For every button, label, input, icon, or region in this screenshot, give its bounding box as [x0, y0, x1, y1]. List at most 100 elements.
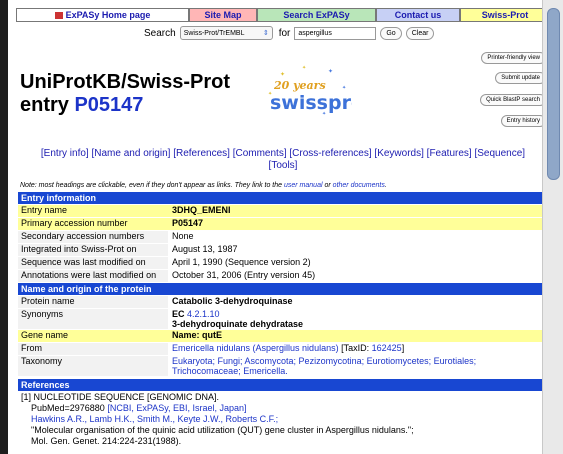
- user-manual-link[interactable]: user manual: [284, 182, 323, 189]
- table-row: Gene name Name: qutE: [18, 330, 550, 343]
- swissprot-20-years-logo: ✦ ✦ ✦ ✦ ✦ 20 years swissprot ✦: [268, 65, 352, 117]
- row-value: P05147: [168, 218, 550, 230]
- row-key: Entry name: [18, 205, 168, 217]
- row-key: Sequence was last modified on: [18, 257, 168, 269]
- link-tools[interactable]: [Tools]: [269, 160, 298, 171]
- row-key: Taxonomy: [18, 356, 168, 376]
- browser-window: ExPASy Home page Site Map Search ExPASy …: [0, 0, 563, 454]
- row-value: Emericella nidulans (Aspergillus nidulan…: [168, 343, 550, 355]
- table-row: Taxonomy Eukaryota; Fungi; Ascomycota; Pe…: [18, 356, 550, 377]
- taxonomy-line-2[interactable]: Trichocomaceae; Emericella.: [172, 366, 550, 376]
- row-value: Catabolic 3-dehydroquinase: [168, 296, 550, 308]
- vertical-scrollbar[interactable]: [542, 0, 563, 454]
- svg-text:swissprot: swissprot: [270, 92, 352, 114]
- table-row: Sequence was last modified on April 1, 19…: [18, 257, 550, 270]
- nav-home-link[interactable]: ExPASy Home page: [16, 8, 189, 22]
- row-key: Primary accession number: [18, 218, 168, 230]
- row-key: From: [18, 343, 168, 355]
- link-references[interactable]: [References]: [173, 148, 230, 159]
- table-row: From Emericella nidulans (Aspergillus nid…: [18, 343, 550, 356]
- table-row: Annotations were last modified on October…: [18, 270, 550, 283]
- pubmed-links[interactable]: [NCBI, ExPASy, EBI, Israel, Japan]: [107, 403, 246, 413]
- row-key: Integrated into Swiss-Prot on: [18, 244, 168, 256]
- search-bar: Search Swiss-Prot/TrEMBL ⇕ for aspergillu…: [16, 25, 550, 41]
- go-button[interactable]: Go: [380, 26, 402, 40]
- row-value: October 31, 2006 (Entry version 45): [168, 270, 550, 282]
- ec-number-link[interactable]: 4.2.1.10: [187, 309, 220, 319]
- svg-text:✦: ✦: [342, 85, 346, 91]
- row-value: April 1, 1990 (Sequence version 2): [168, 257, 550, 269]
- table-row: Synonyms EC 4.2.1.10 3-dehydroquinate dehy…: [18, 309, 550, 330]
- taxid-link[interactable]: 162425: [372, 343, 402, 353]
- headings-note: Note: most headings are clickable, even …: [20, 182, 387, 189]
- row-value: EC 4.2.1.10 3-dehydroquinate dehydratase: [168, 309, 550, 329]
- link-keywords[interactable]: [Keywords]: [374, 148, 423, 159]
- ec-label: EC: [172, 309, 185, 319]
- reference-paper-title: "Molecular organisation of the quinic ac…: [31, 425, 414, 435]
- link-sequence[interactable]: [Sequence]: [474, 148, 525, 159]
- database-select[interactable]: Swiss-Prot/TrEMBL ⇕: [179, 26, 273, 40]
- reference-1-title: [1] NUCLEOTIDE SEQUENCE [GENOMIC DNA].: [21, 392, 220, 402]
- page-content: ExPASy Home page Site Map Search ExPASy …: [16, 0, 550, 454]
- top-navigation: ExPASy Home page Site Map Search ExPASy …: [16, 8, 550, 22]
- table-row: Protein name Catabolic 3-dehydroquinase: [18, 296, 550, 309]
- clear-button[interactable]: Clear: [405, 26, 435, 40]
- row-key: Gene name: [18, 330, 168, 342]
- link-cross-references[interactable]: [Cross-references]: [289, 148, 371, 159]
- quick-blastp-button[interactable]: Quick BlastP search: [480, 94, 546, 106]
- nav-swissprot-link[interactable]: Swiss-Prot: [460, 8, 550, 22]
- nav-contact-link[interactable]: Contact us: [376, 8, 460, 22]
- database-select-value: Swiss-Prot/TrEMBL: [183, 29, 245, 37]
- table-row: Entry name 3DHQ_EMENI: [18, 205, 550, 218]
- scrollbar-thumb[interactable]: [547, 8, 560, 180]
- title-line1: UniProtKB/Swiss-Prot: [20, 71, 231, 93]
- link-features[interactable]: [Features]: [427, 148, 472, 159]
- row-value: Eukaryota; Fungi; Ascomycota; Pezizomyco…: [168, 356, 550, 376]
- search-label: Search: [144, 27, 176, 39]
- references-header[interactable]: References: [18, 379, 550, 392]
- taxid-close: ]: [401, 343, 405, 353]
- reference-1: [1] NUCLEOTIDE SEQUENCE [GENOMIC DNA]. P…: [18, 392, 550, 447]
- name-origin-header[interactable]: Name and origin of the protein: [18, 283, 550, 296]
- other-documents-link[interactable]: other documents: [333, 182, 385, 189]
- svg-text:✦: ✦: [328, 68, 333, 75]
- submit-update-button[interactable]: Submit update: [495, 72, 546, 84]
- entry-information-header[interactable]: Entry information: [18, 192, 550, 205]
- printer-friendly-button[interactable]: Printer-friendly view: [481, 52, 546, 64]
- pubmed-line: PubMed=2976880 [NCBI, ExPASy, EBI, Israe…: [21, 403, 550, 414]
- row-key: Protein name: [18, 296, 168, 308]
- row-value: August 13, 1987: [168, 244, 550, 256]
- row-key: Annotations were last modified on: [18, 270, 168, 282]
- note-or: or: [324, 182, 331, 189]
- table-row: Primary accession number P05147: [18, 218, 550, 231]
- link-entry-info[interactable]: [Entry info]: [41, 148, 89, 159]
- for-label: for: [278, 27, 291, 39]
- nav-search-link[interactable]: Search ExPASy: [257, 8, 376, 22]
- note-text: Note: most headings are clickable, even …: [20, 182, 283, 189]
- synonym-2: 3-dehydroquinate dehydratase: [172, 319, 304, 329]
- authors-link[interactable]: Hawkins A.R., Lamb H.K., Smith M., Keyte…: [21, 414, 550, 425]
- row-value: None: [168, 231, 550, 243]
- nav-home-label: ExPASy Home page: [65, 10, 151, 20]
- search-input[interactable]: aspergillus: [294, 26, 377, 40]
- nav-sitemap-link[interactable]: Site Map: [189, 8, 257, 22]
- organism-link[interactable]: Emericella nidulans (Aspergillus nidulan…: [172, 343, 339, 353]
- home-icon: [54, 11, 63, 19]
- svg-text:20 years: 20 years: [273, 79, 326, 92]
- title-accession: P05147: [74, 94, 144, 116]
- link-name-origin[interactable]: [Name and origin]: [92, 148, 171, 159]
- row-key: Synonyms: [18, 309, 168, 329]
- link-comments[interactable]: [Comments]: [233, 148, 287, 159]
- row-value: 3DHQ_EMENI: [168, 205, 550, 217]
- taxonomy-line-1[interactable]: Eukaryota; Fungi; Ascomycota; Pezizomyco…: [172, 356, 550, 366]
- row-value: Name: qutE: [168, 330, 550, 342]
- svg-text:✦: ✦: [302, 65, 306, 71]
- entry-information-table: Entry information Entry name 3DHQ_EMENI P…: [18, 192, 550, 447]
- pubmed-id: PubMed=2976880: [31, 403, 105, 413]
- table-row: Integrated into Swiss-Prot on August 13, …: [18, 244, 550, 257]
- title-entry-word: entry: [20, 94, 69, 116]
- entry-history-button[interactable]: Entry history: [500, 115, 546, 127]
- row-key: Secondary accession numbers: [18, 231, 168, 243]
- table-row: Secondary accession numbers None: [18, 231, 550, 244]
- svg-text:✦: ✦: [280, 71, 285, 78]
